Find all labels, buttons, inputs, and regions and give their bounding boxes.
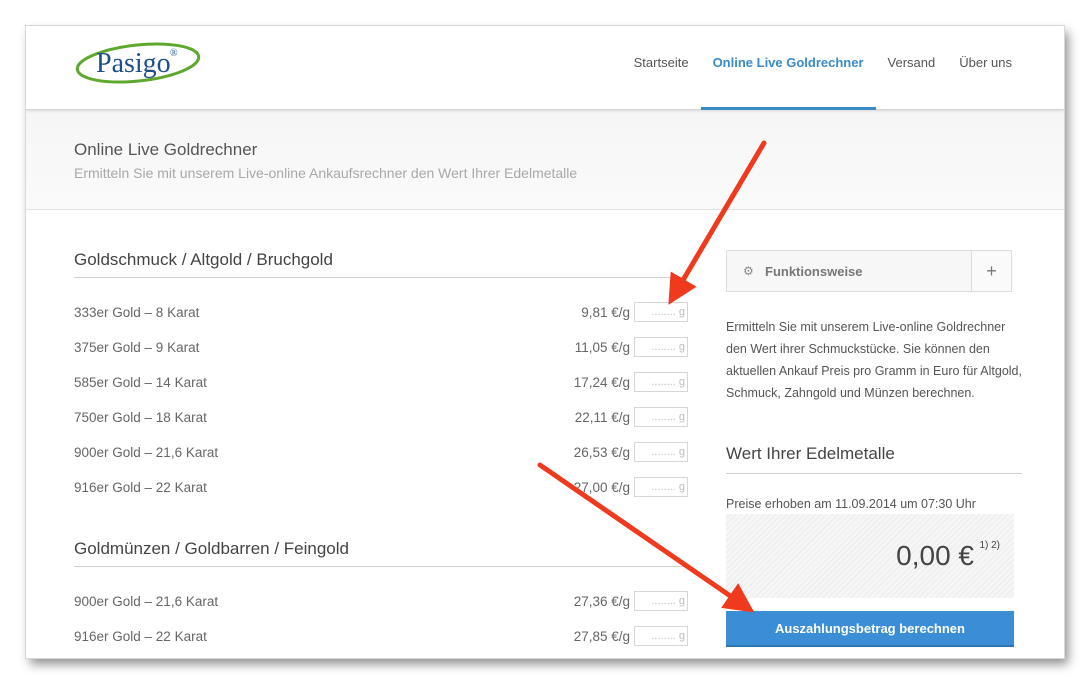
page-subtitle: Ermitteln Sie mit unserem Live-online An… (74, 165, 578, 181)
section-divider (74, 277, 686, 278)
nav-item-startseite[interactable]: Startseite (622, 26, 701, 109)
row-label: 916er Gold – 22 Karat (74, 629, 207, 644)
section-divider (74, 566, 686, 567)
value-title: Wert Ihrer Edelmetalle (726, 444, 895, 463)
gram-input[interactable] (634, 372, 688, 392)
gram-input[interactable] (634, 591, 688, 611)
logo-registered-mark: ® (170, 48, 178, 59)
row-price: 27,00 €/g (573, 480, 630, 495)
page-title-band: Online Live Goldrechner Ermitteln Sie mi… (26, 110, 1064, 210)
accordion-label: Funktionsweise (765, 264, 863, 279)
calculate-payout-button[interactable]: Auszahlungsbetrag berechnen (726, 611, 1014, 647)
result-footnote: 1) 2) (979, 540, 1000, 551)
section-title-schmuck: Goldschmuck / Altgold / Bruchgold (74, 250, 333, 269)
gram-input[interactable] (634, 337, 688, 357)
price-row: 585er Gold – 14 Karat 17,24 €/g (74, 370, 688, 396)
row-price: 27,36 €/g (573, 594, 630, 609)
row-price: 9,81 €/g (581, 305, 630, 320)
row-price: 11,05 €/g (574, 340, 630, 355)
nav-item-goldrechner[interactable]: Online Live Goldrechner (700, 26, 876, 110)
row-label: 333er Gold – 8 Karat (74, 305, 200, 320)
row-label: 750er Gold – 18 Karat (74, 410, 207, 425)
row-label: 900er Gold – 21,6 Karat (74, 594, 219, 609)
row-label: 375er Gold – 9 Karat (74, 340, 200, 355)
gram-input[interactable] (634, 302, 688, 322)
price-row: 900er Gold – 21,6 Karat 26,53 €/g (74, 440, 688, 466)
gram-input[interactable] (634, 407, 688, 427)
page-frame: Pasigo ® Startseite Online Live Goldrech… (26, 26, 1064, 658)
logo-text: Pasigo (96, 48, 171, 79)
page-title: Online Live Goldrechner (74, 140, 258, 159)
row-price: 27,85 €/g (573, 629, 630, 644)
main-nav: Startseite Online Live Goldrechner Versa… (622, 26, 1024, 110)
row-label: 900er Gold – 21,6 Karat (74, 445, 219, 460)
accordion-funktionsweise[interactable]: ⚙ Funktionsweise + (726, 250, 1012, 292)
row-price: 22,11 €/g (574, 410, 630, 425)
price-row: 916er Gold – 22 Karat 27,85 €/g (74, 624, 688, 650)
nav-item-versand[interactable]: Versand (876, 26, 948, 109)
price-row: 333er Gold – 8 Karat 9,81 €/g (74, 300, 688, 326)
expand-plus-icon[interactable]: + (971, 251, 1011, 291)
gram-input[interactable] (634, 477, 688, 497)
result-amount: 0,00 € (896, 540, 974, 571)
section-title-muenzen: Goldmünzen / Goldbarren / Feingold (74, 539, 349, 558)
site-header: Pasigo ® Startseite Online Live Goldrech… (26, 26, 1064, 110)
nav-item-ueber-uns[interactable]: Über uns (947, 26, 1024, 109)
row-price: 26,53 €/g (573, 445, 630, 460)
price-date: Preise erhoben am 11.09.2014 um 07:30 Uh… (726, 497, 976, 511)
row-price: 17,24 €/g (573, 375, 630, 390)
price-row: 750er Gold – 18 Karat 22,11 €/g (74, 405, 688, 431)
price-row: 375er Gold – 9 Karat 11,05 €/g (74, 335, 688, 361)
gram-input[interactable] (634, 442, 688, 462)
gear-icon: ⚙ (743, 264, 754, 278)
price-row: 916er Gold – 22 Karat 27,00 €/g (74, 475, 688, 501)
pasigo-logo[interactable]: Pasigo ® (74, 38, 204, 88)
info-text: Ermitteln Sie mit unserem Live-online Go… (726, 320, 1022, 400)
price-row: 900er Gold – 21,6 Karat 27,36 €/g (74, 589, 688, 615)
row-label: 585er Gold – 14 Karat (74, 375, 207, 390)
gram-input[interactable] (634, 626, 688, 646)
result-box: 0,00 € 1) 2) (726, 514, 1014, 598)
row-label: 916er Gold – 22 Karat (74, 480, 207, 495)
section-divider (726, 473, 1022, 474)
